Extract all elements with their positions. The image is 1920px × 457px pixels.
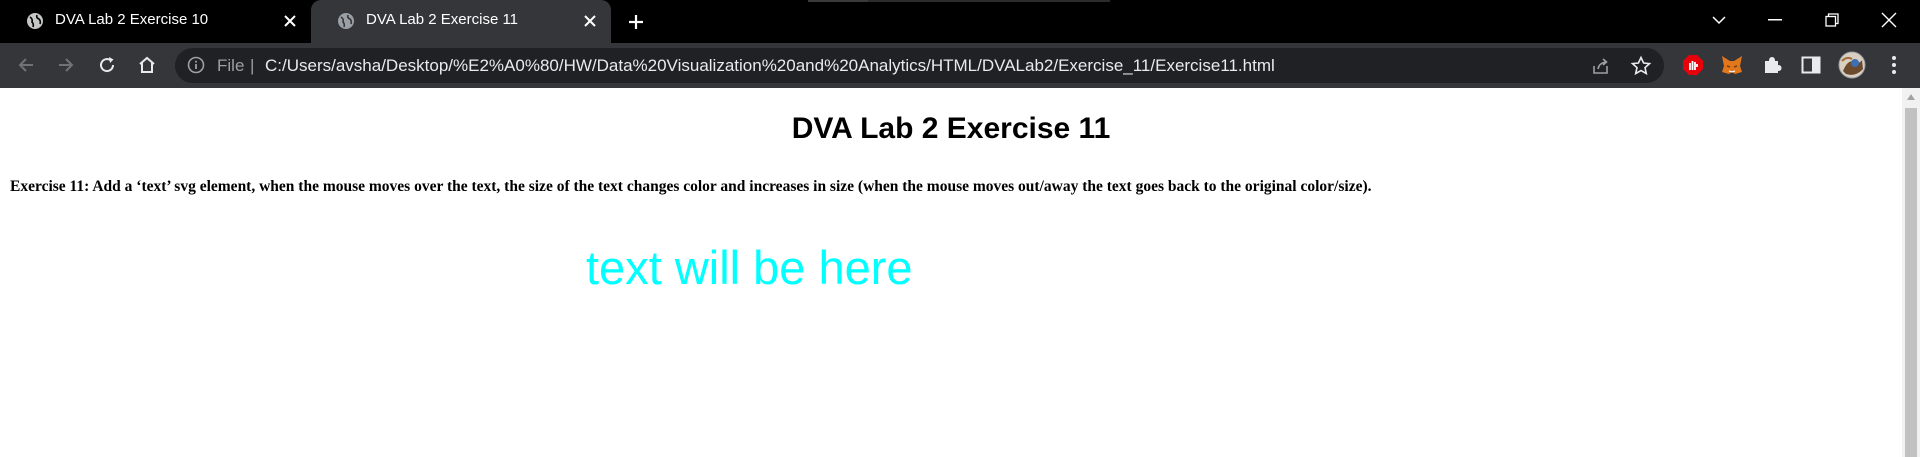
info-icon[interactable] [187,56,205,74]
tab-exercise-11[interactable]: DVA Lab 2 Exercise 11 [311,0,611,43]
svg-canvas: text will be here [586,241,913,294]
reload-button[interactable] [93,51,121,79]
minimize-button[interactable] [1757,6,1793,34]
close-icon[interactable] [579,10,601,32]
hover-text[interactable]: text will be here [586,241,913,294]
extensions-button[interactable] [1758,51,1786,79]
profile-button[interactable] [1838,51,1866,79]
close-window-button[interactable] [1871,6,1907,34]
home-icon [139,56,155,73]
globe-icon [27,13,43,29]
sidepanel-icon [1801,56,1821,74]
chevron-down-icon [1712,16,1726,25]
back-button[interactable] [12,51,40,79]
tab-search-button[interactable] [1701,6,1737,34]
scroll-up-button[interactable] [1902,88,1920,106]
url-separator: | [250,56,255,75]
page-heading: DVA Lab 2 Exercise 11 [791,112,1111,145]
vertical-scrollbar[interactable] [1902,88,1920,457]
exercise-description: Exercise 11: Add a ‘text’ svg element, w… [10,178,1372,195]
home-button[interactable] [133,51,161,79]
reload-icon [100,57,115,73]
tab-title: DVA Lab 2 Exercise 10 [55,11,209,28]
star-icon[interactable] [1630,55,1652,77]
url-scheme-label: File [217,56,245,75]
minimize-icon [1768,19,1782,21]
new-tab-button[interactable] [622,8,650,36]
close-icon [1881,12,1897,28]
avatar [1838,51,1866,79]
arrow-right-icon [59,58,74,72]
tab-exercise-10[interactable]: DVA Lab 2 Exercise 10 [0,0,311,43]
metamask-icon [1722,56,1742,74]
plus-icon [629,15,643,29]
side-panel-button[interactable] [1797,51,1825,79]
arrow-left-icon [18,58,33,72]
tab-strip: DVA Lab 2 Exercise 10 DVA Lab 2 Exercise… [0,0,1920,43]
page-viewport: DVA Lab 2 Exercise 11 Exercise 11: Add a… [0,88,1902,457]
url-text[interactable]: C:/Users/avsha/Desktop/%E2%A0%80/HW/Data… [265,56,1275,76]
browser-toolbar: File | C:/Users/avsha/Desktop/%E2%A0%80/… [0,43,1920,88]
tab-title: DVA Lab 2 Exercise 11 [366,11,519,28]
restore-icon [1825,13,1839,27]
kebab-menu-icon [1892,56,1896,74]
metamask-extension-button[interactable] [1718,51,1746,79]
restore-button[interactable] [1814,6,1850,34]
address-bar[interactable]: File | C:/Users/avsha/Desktop/%E2%A0%80/… [175,48,1664,83]
share-icon[interactable] [1590,55,1612,77]
adblock-icon [1683,55,1703,75]
triangle-up-icon [1907,94,1915,100]
adblock-extension-button[interactable] [1679,51,1707,79]
browser-menu-button[interactable] [1880,51,1908,79]
scrollbar-thumb[interactable] [1905,108,1917,457]
close-icon[interactable] [279,10,301,32]
globe-icon [338,13,354,29]
forward-button[interactable] [52,51,80,79]
puzzle-icon [1765,57,1782,73]
tab-strip-drag-area [808,0,1110,2]
